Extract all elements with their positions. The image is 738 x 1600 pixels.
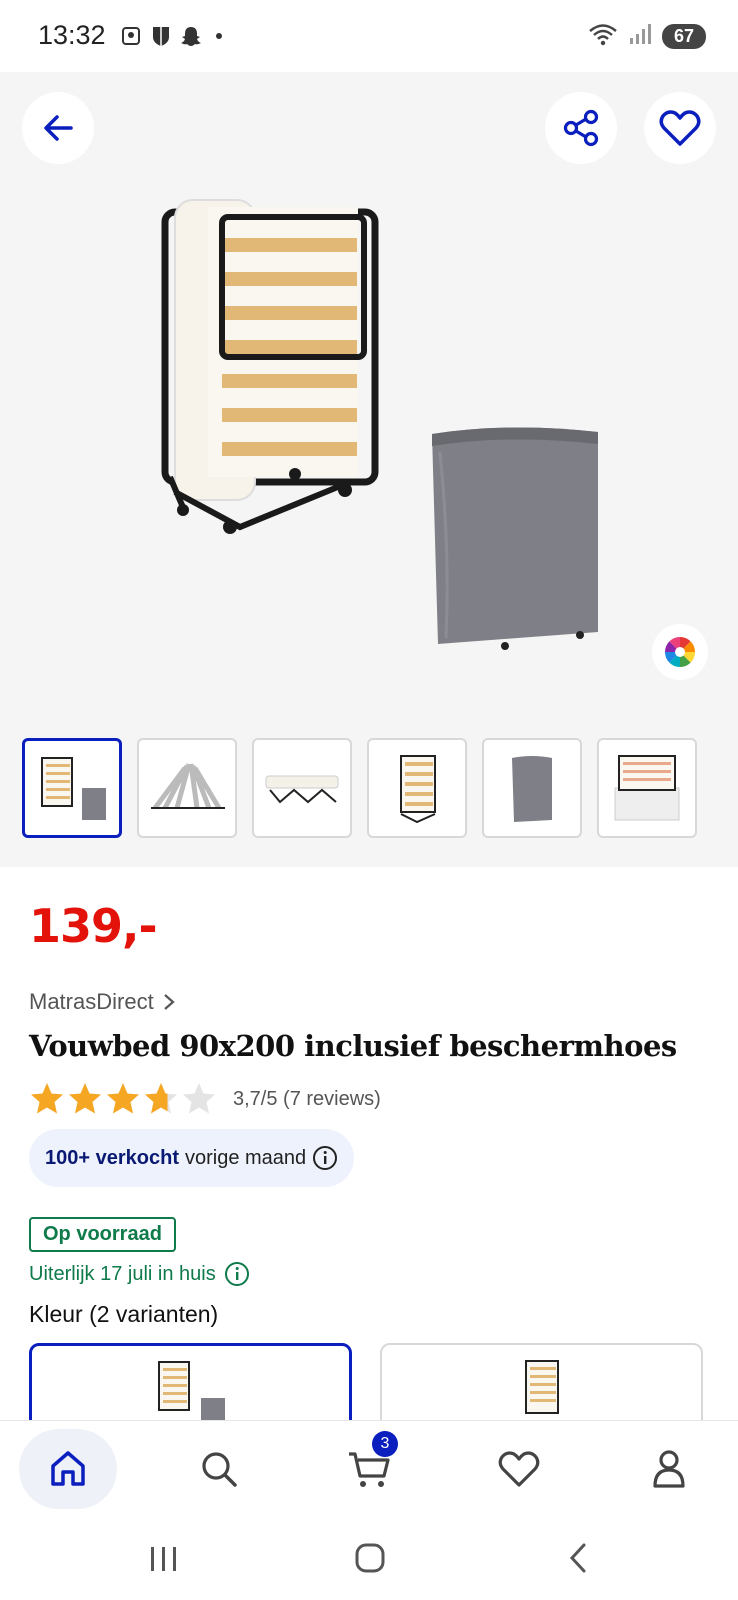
info-icon[interactable] xyxy=(224,1261,250,1287)
share-icon xyxy=(563,109,599,147)
bottom-navigation: 3 xyxy=(0,1420,738,1520)
stock-status-badge: Op voorraad xyxy=(29,1217,176,1252)
account-icon xyxy=(653,1450,685,1488)
nav-account[interactable] xyxy=(620,1429,718,1509)
seller-link[interactable]: MatrasDirect xyxy=(29,989,176,1015)
star-icon xyxy=(69,1083,101,1114)
snapchat-icon xyxy=(180,24,202,48)
status-bar: 13:32 67 xyxy=(0,0,738,72)
status-time: 13:32 xyxy=(38,20,106,50)
sold-period: vorige maand xyxy=(184,1146,307,1169)
color-wheel-icon xyxy=(665,637,695,667)
thumbnail-1[interactable] xyxy=(22,738,122,838)
delivery-text: Uiterlijk 17 juli in huis xyxy=(29,1262,216,1285)
delivery-info: Uiterlijk 17 juli in huis xyxy=(29,1261,250,1287)
screen: 13:32 67 139,- MatrasDirect Vouwbed 90x2… xyxy=(0,0,738,1600)
product-price: 139,- xyxy=(29,899,158,953)
thumbnail-4[interactable] xyxy=(367,738,467,838)
cart-count-badge: 3 xyxy=(372,1431,398,1457)
signal-icon xyxy=(628,22,652,51)
system-home-button[interactable] xyxy=(340,1538,400,1578)
chevron-left-icon xyxy=(569,1543,586,1573)
recent-apps-icon xyxy=(151,1547,176,1571)
share-button[interactable] xyxy=(545,92,617,164)
thumbnail-strip xyxy=(22,738,697,838)
chevron-right-icon xyxy=(163,994,175,1010)
favorite-button[interactable] xyxy=(644,92,716,164)
product-main-image[interactable] xyxy=(0,72,738,717)
system-status: 67 xyxy=(588,22,706,51)
system-back-button[interactable] xyxy=(548,1538,608,1578)
product-title: Vouwbed 90x200 inclusief beschermhoes xyxy=(29,1029,677,1063)
product-gallery xyxy=(0,72,738,867)
notification-icons xyxy=(120,24,222,48)
home-icon xyxy=(51,1451,85,1486)
folded-bed-illustration xyxy=(161,199,379,534)
sold-badge: 100+ verkocht vorige maand xyxy=(29,1129,355,1187)
color-label: Kleur (2 varianten) xyxy=(29,1301,219,1327)
back-button[interactable] xyxy=(22,92,94,164)
seller-name: MatrasDirect xyxy=(29,989,154,1014)
info-icon[interactable] xyxy=(312,1145,338,1171)
battery-indicator: 67 xyxy=(662,24,706,49)
heart-icon xyxy=(498,1451,540,1487)
star-icon xyxy=(145,1083,177,1114)
search-icon xyxy=(202,1452,237,1487)
sold-count: 100+ verkocht xyxy=(45,1146,179,1169)
rating-text: 3,7/5 (7 reviews) xyxy=(233,1087,381,1110)
thumbnail-3[interactable] xyxy=(252,738,352,838)
gallery-icon xyxy=(120,24,142,48)
thumbnail-5[interactable] xyxy=(482,738,582,838)
star-icon xyxy=(31,1083,63,1114)
color-variants-button[interactable] xyxy=(652,624,708,680)
wifi-icon xyxy=(588,22,618,51)
recent-apps-button[interactable] xyxy=(134,1538,194,1578)
nav-favorites[interactable] xyxy=(470,1429,568,1509)
star-icon xyxy=(183,1083,215,1114)
more-notifications-dot xyxy=(216,33,222,39)
star-rating xyxy=(31,1083,215,1114)
arrow-left-icon xyxy=(44,115,73,141)
thumbnail-6[interactable] xyxy=(597,738,697,838)
heart-icon xyxy=(659,110,701,146)
nav-cart[interactable]: 3 xyxy=(320,1429,418,1509)
nav-search[interactable] xyxy=(170,1429,268,1509)
star-icon xyxy=(107,1083,139,1114)
cover-illustration xyxy=(432,427,598,650)
thumbnail-2[interactable] xyxy=(137,738,237,838)
system-navigation xyxy=(0,1520,738,1600)
home-square-icon xyxy=(355,1543,385,1573)
nav-home[interactable] xyxy=(19,1429,117,1509)
rating[interactable]: 3,7/5 (7 reviews) xyxy=(29,1081,381,1117)
shield-icon xyxy=(150,24,172,48)
